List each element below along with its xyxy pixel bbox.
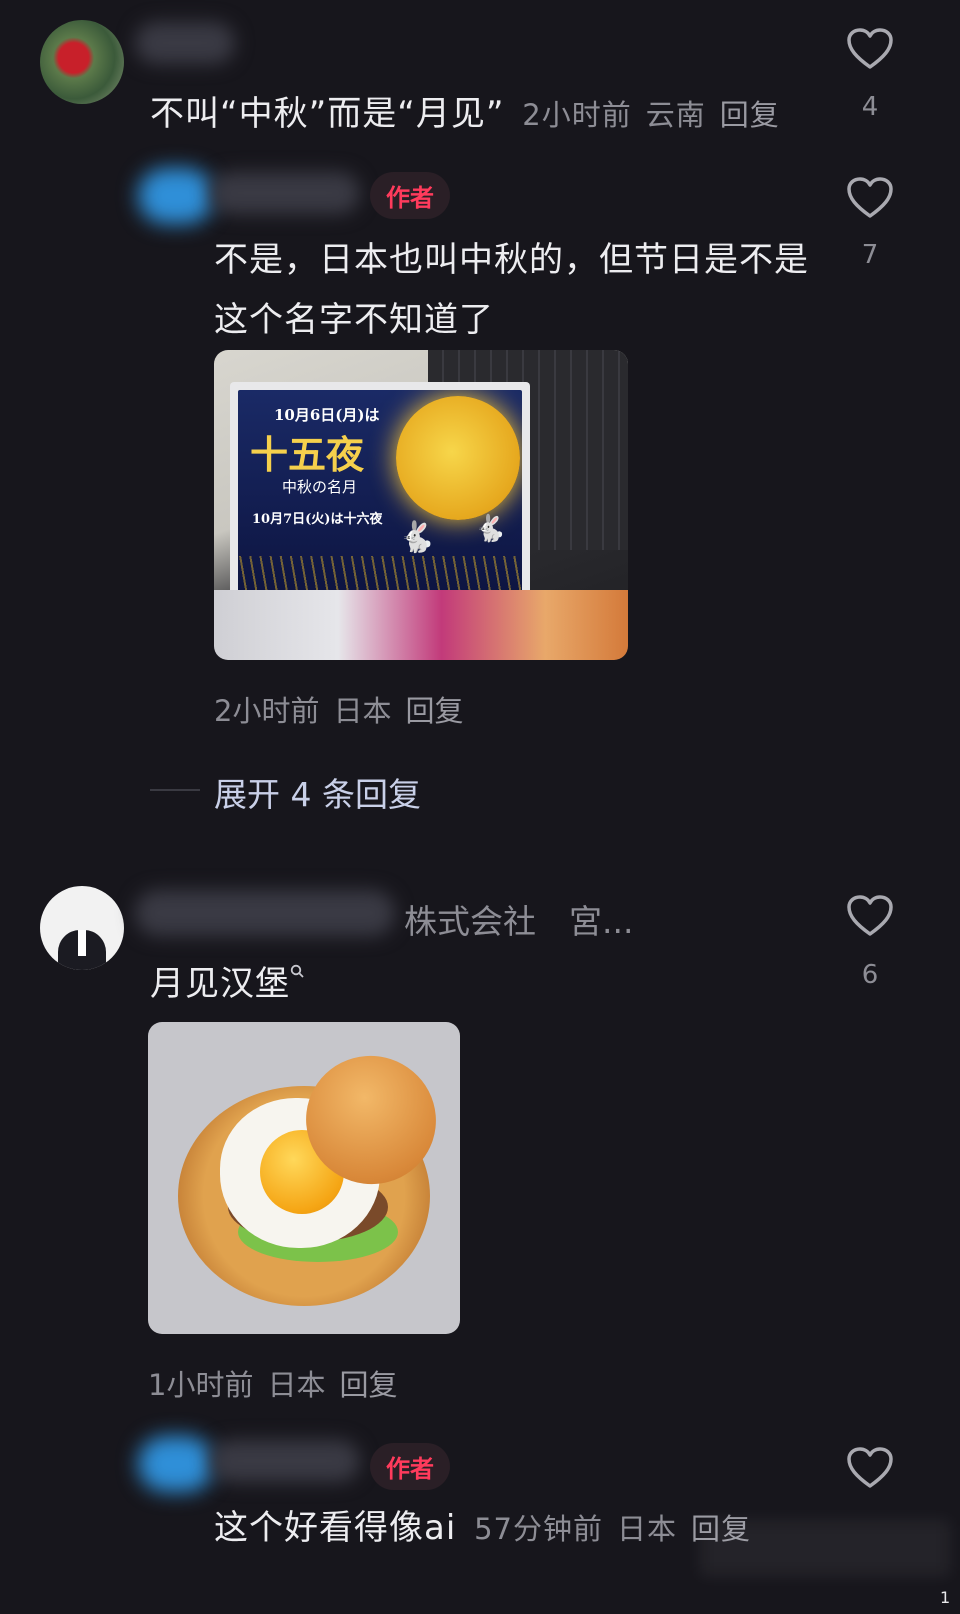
comment-text: 这个好看得像ai 57分钟前 日本 回复 [214, 1508, 752, 1548]
username-redacted[interactable] [210, 1440, 360, 1482]
reply-button[interactable]: 回复 [339, 1368, 397, 1402]
avatar[interactable] [138, 168, 214, 224]
comment-time: 1小时前 [148, 1368, 254, 1402]
moon [396, 396, 520, 520]
expand-replies-button[interactable]: 展开 4 条回复 [214, 768, 421, 816]
comment-text: 月见汉堡 [150, 954, 306, 1014]
comment-time: 2小时前 [522, 98, 632, 132]
comment-image-burger[interactable] [148, 1022, 460, 1334]
poster-subtitle: 中秋の名月 [282, 478, 358, 496]
comment-meta: 1小时前 日本 回复 [148, 1362, 411, 1404]
like-button[interactable] [845, 894, 895, 942]
comment-text: 不是，日本也叫中秋的，但节日是不是这个名字不知道了 [214, 240, 809, 340]
snack-packages [214, 590, 628, 660]
avatar[interactable] [40, 886, 124, 970]
comment-location: 日本 [617, 1512, 678, 1546]
avatar[interactable] [138, 1436, 214, 1492]
comment-meta: 2小时前 日本 回复 [214, 688, 477, 730]
heart-outline-icon [847, 895, 893, 936]
avatar[interactable] [40, 20, 124, 104]
username-redacted[interactable] [135, 890, 395, 936]
watermark [700, 1520, 950, 1576]
rabbit-icon: 🐇 [398, 520, 436, 555]
like-count: 6 [861, 960, 879, 990]
poster-date-line-2: 10月7日(火)は十六夜 [252, 512, 383, 527]
comment-image-poster[interactable]: 10月6日(月)は 十五夜 中秋の名月 10月7日(火)は十六夜 🐇 🐇 [214, 350, 628, 660]
like-button[interactable] [845, 27, 895, 75]
poster-title: 十五夜 [250, 432, 365, 477]
search-icon[interactable] [290, 964, 306, 980]
like-count: 4 [861, 92, 879, 122]
heart-outline-icon [847, 1447, 893, 1488]
reply-button[interactable]: 回复 [720, 98, 780, 132]
like-button[interactable] [845, 176, 895, 224]
poster-date-line: 10月6日(月)は [274, 406, 380, 424]
corner-digit: 1 [940, 1588, 951, 1607]
comment-text: 不叫“中秋”而是“月见” 2小时前 云南 回复 [150, 94, 780, 134]
username-redacted[interactable] [135, 22, 235, 64]
comment-time: 2小时前 [214, 694, 320, 728]
username-redacted[interactable] [210, 172, 360, 214]
expand-divider [150, 789, 200, 791]
comment-time: 57分钟前 [474, 1512, 603, 1546]
reply-button[interactable]: 回复 [405, 694, 463, 728]
username-suffix[interactable]: 株式会社 宮... [404, 895, 633, 943]
comment-location: 日本 [267, 1368, 326, 1402]
comment-location: 云南 [645, 98, 706, 132]
like-count: 7 [861, 240, 879, 270]
author-badge: 作者 [370, 1443, 450, 1490]
heart-outline-icon [847, 28, 893, 69]
rabbit-icon: 🐇 [474, 514, 507, 544]
heart-outline-icon [847, 177, 893, 218]
author-badge: 作者 [370, 172, 450, 219]
poster-board: 10月6日(月)は 十五夜 中秋の名月 10月7日(火)は十六夜 🐇 🐇 [230, 382, 530, 604]
comment-location: 日本 [333, 694, 392, 728]
like-button[interactable] [845, 1446, 895, 1494]
